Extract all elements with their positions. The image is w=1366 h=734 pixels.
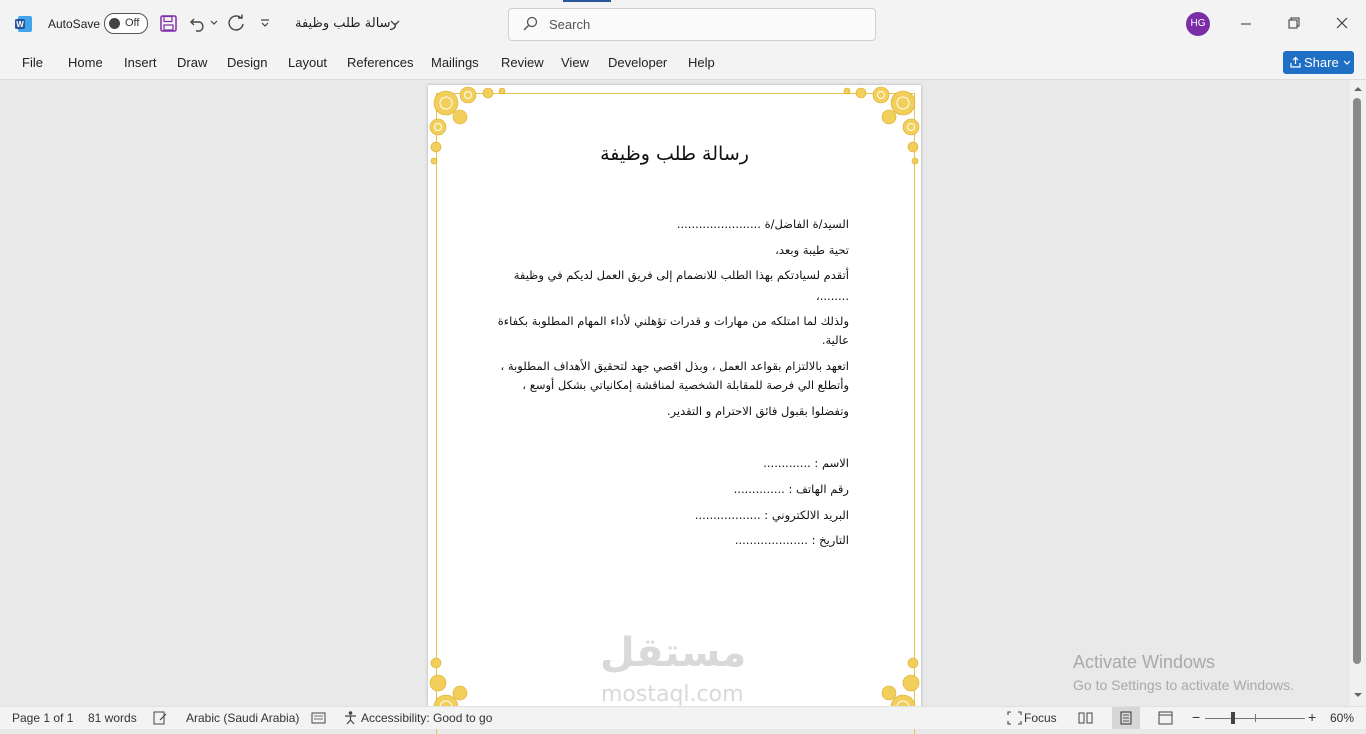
body-line[interactable]: أتقدم لسيادتكم بهذا الطلب للانضمام إلى ف… bbox=[514, 268, 849, 282]
search-icon bbox=[523, 16, 538, 31]
share-label: Share bbox=[1304, 55, 1339, 70]
body-line[interactable]: اتعهد بالالتزام بقواعد العمل ، وبذل اقصي… bbox=[501, 359, 849, 373]
undo-icon[interactable] bbox=[189, 14, 207, 32]
tab-insert[interactable]: Insert bbox=[124, 55, 157, 70]
word-count[interactable]: 81 words bbox=[88, 711, 137, 725]
scroll-up-icon[interactable] bbox=[1354, 86, 1362, 92]
read-mode-icon[interactable] bbox=[1078, 711, 1093, 725]
document-title[interactable]: رسالة طلب وظيفة bbox=[295, 16, 397, 31]
name-field-line[interactable]: الاسم : ............. bbox=[763, 456, 849, 470]
phone-field-line[interactable]: رقم الهاتف : .............. bbox=[734, 482, 849, 496]
autosave-state: Off bbox=[125, 17, 140, 29]
proofing-icon[interactable] bbox=[153, 711, 168, 725]
watermark-latin: mostaql.com bbox=[601, 682, 744, 707]
activate-windows-subtitle: Go to Settings to activate Windows. bbox=[1073, 677, 1294, 693]
vertical-scrollbar[interactable] bbox=[1350, 80, 1366, 706]
greeting-line[interactable]: تحية طيبة وبعد، bbox=[775, 243, 849, 257]
zoom-in-icon[interactable]: + bbox=[1308, 709, 1316, 725]
watermark-arabic: مستقل bbox=[600, 630, 747, 676]
customize-toolbar-icon[interactable] bbox=[260, 19, 270, 27]
body-line[interactable]: وأتطلع الي فرصة للمقابلة الشخصية لمناقشة… bbox=[522, 378, 849, 392]
search-box[interactable]: Search bbox=[508, 8, 876, 41]
tab-home[interactable]: Home bbox=[68, 55, 103, 70]
tab-draw[interactable]: Draw bbox=[177, 55, 207, 70]
svg-text:W: W bbox=[16, 20, 24, 29]
tab-file[interactable]: File bbox=[22, 55, 43, 70]
share-button[interactable]: Share bbox=[1283, 51, 1354, 74]
minimize-icon[interactable] bbox=[1240, 18, 1252, 30]
zoom-level[interactable]: 60% bbox=[1330, 711, 1354, 725]
zoom-out-icon[interactable]: − bbox=[1192, 709, 1200, 725]
search-placeholder: Search bbox=[549, 17, 591, 32]
focus-icon[interactable] bbox=[1007, 711, 1022, 725]
macro-record-icon[interactable] bbox=[311, 711, 326, 725]
word-app-icon: W bbox=[15, 16, 32, 32]
focus-mode-label[interactable]: Focus bbox=[1024, 711, 1057, 725]
tab-view[interactable]: View bbox=[561, 55, 589, 70]
accessibility-status[interactable]: Accessibility: Good to go bbox=[361, 711, 492, 725]
tab-design[interactable]: Design bbox=[227, 55, 267, 70]
web-layout-icon[interactable] bbox=[1158, 711, 1173, 725]
ribbon-tabs: File Home Insert Draw Design Layout Refe… bbox=[0, 47, 1366, 80]
tab-developer[interactable]: Developer bbox=[608, 55, 667, 70]
body-line[interactable]: ........، bbox=[816, 289, 849, 303]
page-count[interactable]: Page 1 of 1 bbox=[12, 711, 73, 725]
redo-icon[interactable] bbox=[227, 14, 245, 32]
document-page[interactable]: رسالة طلب وظيفة السيد/ة الفاضل/ة .......… bbox=[428, 85, 921, 734]
tab-help[interactable]: Help bbox=[688, 55, 715, 70]
save-icon[interactable] bbox=[160, 15, 177, 32]
status-bar: Page 1 of 1 81 words Arabic (Saudi Arabi… bbox=[0, 706, 1366, 729]
avatar[interactable]: HG bbox=[1186, 12, 1210, 36]
undo-dropdown-icon[interactable] bbox=[210, 20, 218, 26]
close-icon[interactable] bbox=[1336, 17, 1348, 29]
document-heading[interactable]: رسالة طلب وظيفة bbox=[428, 143, 921, 165]
title-bar: W AutoSave Off رسالة طلب وظيفة Search HG bbox=[0, 0, 1366, 47]
tab-review[interactable]: Review bbox=[501, 55, 544, 70]
zoom-slider-center-tick bbox=[1255, 714, 1256, 722]
tab-references[interactable]: References bbox=[347, 55, 413, 70]
email-field-line[interactable]: البريد الالكتروني : .................. bbox=[695, 508, 849, 522]
tab-mailings[interactable]: Mailings bbox=[431, 55, 479, 70]
title-accent-bar bbox=[563, 0, 611, 2]
salutation-line[interactable]: السيد/ة الفاضل/ة ....................... bbox=[677, 217, 849, 231]
autosave-label: AutoSave bbox=[48, 17, 101, 31]
scroll-thumb[interactable] bbox=[1353, 98, 1361, 664]
accessibility-icon[interactable] bbox=[343, 710, 358, 725]
autosave-toggle[interactable]: Off bbox=[104, 13, 148, 34]
scroll-down-icon[interactable] bbox=[1354, 692, 1362, 698]
print-layout-selected[interactable] bbox=[1112, 707, 1140, 729]
toggle-knob bbox=[109, 18, 120, 29]
share-icon bbox=[1290, 56, 1301, 68]
title-chevron-down-icon[interactable] bbox=[390, 20, 400, 27]
body-line[interactable]: عالية. bbox=[822, 333, 849, 347]
restore-icon[interactable] bbox=[1288, 17, 1300, 29]
closing-line[interactable]: وتفضلوا بقبول فائق الاحترام و التقدير. bbox=[667, 404, 849, 418]
body-line[interactable]: ولذلك لما امتلكه من مهارات و قدرات تؤهلن… bbox=[498, 314, 849, 328]
date-field-line[interactable]: التاريخ : .................... bbox=[735, 533, 849, 547]
share-chevron-down-icon bbox=[1343, 60, 1351, 65]
zoom-slider-thumb[interactable] bbox=[1231, 712, 1235, 724]
language-indicator[interactable]: Arabic (Saudi Arabia) bbox=[186, 711, 299, 725]
activate-windows-title: Activate Windows bbox=[1073, 652, 1216, 672]
tab-layout[interactable]: Layout bbox=[288, 55, 327, 70]
print-layout-icon bbox=[1120, 711, 1132, 725]
